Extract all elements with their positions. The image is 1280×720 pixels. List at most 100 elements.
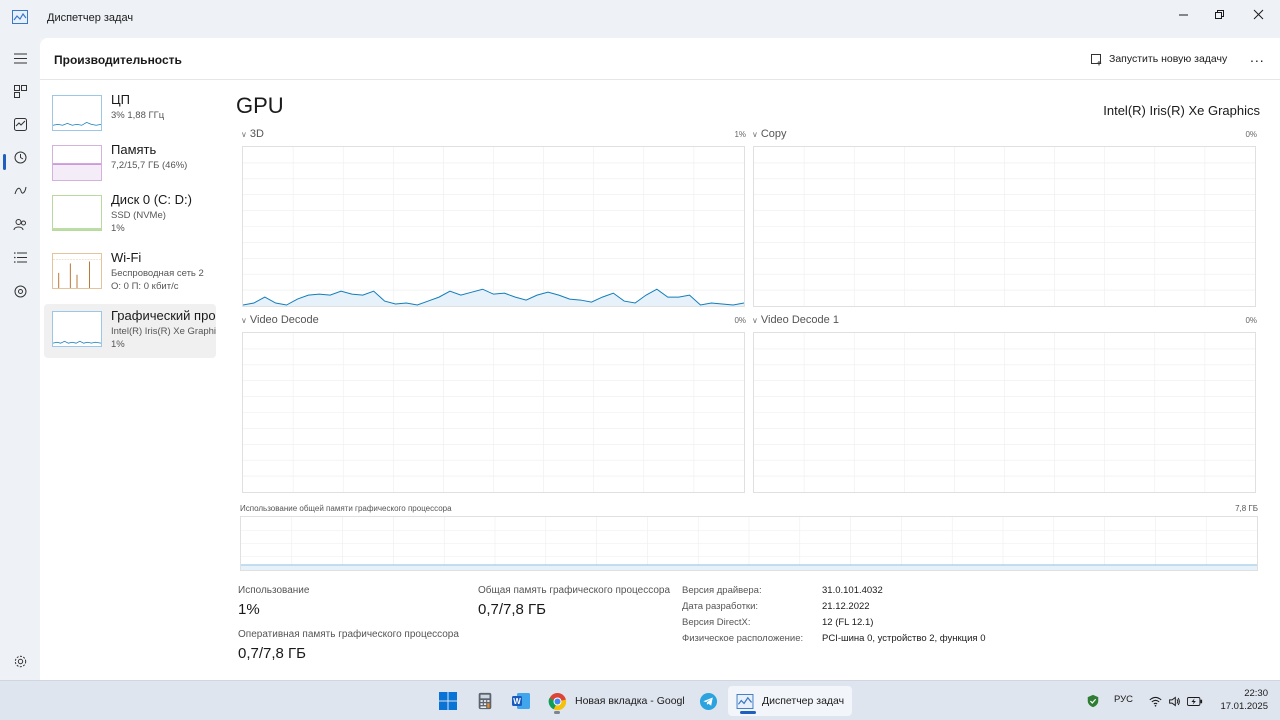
minimize-button[interactable] xyxy=(1165,0,1201,28)
gpu-title: GPU xyxy=(236,93,284,118)
system-clock[interactable]: 22:30 17.01.2025 xyxy=(1220,687,1268,713)
performance-icon[interactable] xyxy=(8,112,32,136)
header-divider xyxy=(40,79,1280,80)
device-name: Графический процессор 0 xyxy=(111,308,216,323)
memory-thumbnail xyxy=(52,145,102,181)
volume-icon[interactable] xyxy=(1163,690,1185,712)
chevron-down-icon: ∨ xyxy=(752,315,758,325)
battery-charging-icon[interactable] xyxy=(1184,690,1206,712)
engine-percent: 0% xyxy=(1245,316,1257,325)
chrome-tab-title: Новая вкладка - Googl xyxy=(575,695,685,707)
new-task-label: Запустить новую задачу xyxy=(1109,53,1228,65)
app-history-icon[interactable] xyxy=(8,145,32,169)
language-indicator[interactable]: РУС xyxy=(1114,694,1133,705)
shared-memory-max: 7,8 ГБ xyxy=(1235,504,1258,513)
info-value: 31.0.101.4032 xyxy=(822,585,883,596)
security-shield-icon[interactable] xyxy=(1082,690,1104,712)
running-indicator xyxy=(554,711,560,714)
device-detail-2: 1% xyxy=(111,339,125,350)
device-item-memory[interactable]: Память 7,2/15,7 ГБ (46%) xyxy=(44,142,216,196)
clock-date: 17.01.2025 xyxy=(1220,701,1268,712)
task-manager-icon xyxy=(12,10,28,24)
engine-percent: 0% xyxy=(1245,130,1257,139)
active-indicator xyxy=(3,154,6,170)
chevron-down-icon: ∨ xyxy=(241,315,247,325)
task-manager-icon xyxy=(736,693,754,709)
main-content: Производительность Запустить новую задач… xyxy=(40,38,1280,680)
chrome-icon xyxy=(548,692,567,710)
info-key: Дата разработки: xyxy=(682,601,759,612)
graph-video-decode xyxy=(242,332,745,493)
engine-selector-video-decode-1[interactable]: ∨ Video Decode 1 xyxy=(752,314,839,326)
shared-memory-stat-value: 0,7/7,8 ГБ xyxy=(478,601,547,618)
new-task-icon xyxy=(1091,53,1102,65)
engine-name: 3D xyxy=(249,128,264,140)
device-name: ЦП xyxy=(111,92,130,107)
startup-apps-icon[interactable] xyxy=(8,178,32,202)
engine-name: Video Decode 1 xyxy=(760,314,839,326)
navigation-rail xyxy=(0,38,40,680)
services-icon[interactable] xyxy=(8,279,32,303)
chevron-down-icon: ∨ xyxy=(241,129,247,139)
clock-time: 22:30 xyxy=(1244,688,1268,699)
device-item-cpu[interactable]: ЦП 3% 1,88 ГГц xyxy=(44,92,216,146)
title-bar: Диспетчер задач xyxy=(0,0,1280,38)
info-value: PCI-шина 0, устройство 2, функция 0 xyxy=(822,633,986,644)
shared-memory-area xyxy=(241,565,1257,570)
page-title: Производительность xyxy=(54,53,182,67)
device-name: Диск 0 (C: D:) xyxy=(111,192,192,207)
taskbar-app-task-manager[interactable]: Диспетчер задач xyxy=(728,686,853,716)
shared-memory-label: Использование общей памяти графического … xyxy=(240,504,452,513)
usage-value: 1% xyxy=(238,601,260,618)
dedicated-memory-label: Оперативная память графического процессо… xyxy=(238,629,459,640)
device-item-gpu[interactable]: Графический процессор 0 Intel(R) Iris(R)… xyxy=(44,304,216,358)
new-task-button[interactable]: Запустить новую задачу xyxy=(1090,50,1227,68)
window-title: Диспетчер задач xyxy=(47,12,134,24)
device-detail: 7,2/15,7 ГБ (46%) xyxy=(111,160,188,171)
device-detail: Беспроводная сеть 2 xyxy=(111,268,204,279)
dedicated-memory-value: 0,7/7,8 ГБ xyxy=(238,645,307,662)
device-detail: Intel(R) Iris(R) Xe Graphics xyxy=(111,326,216,337)
calculator-icon[interactable] xyxy=(474,690,496,712)
details-icon[interactable] xyxy=(8,245,32,269)
device-detail: SSD (NVMe) xyxy=(111,210,166,221)
close-button[interactable] xyxy=(1240,0,1276,28)
engine-selector-copy[interactable]: ∨ Copy xyxy=(752,128,787,140)
device-item-disk[interactable]: Диск 0 (C: D:) SSD (NVMe) 1% xyxy=(44,192,216,246)
chevron-down-icon: ∨ xyxy=(752,129,758,139)
disk-thumbnail xyxy=(52,195,102,231)
info-key: Версия DirectX: xyxy=(682,617,751,628)
restore-button[interactable] xyxy=(1201,0,1237,28)
processes-icon[interactable] xyxy=(8,79,32,103)
task-manager-app-label: Диспетчер задач xyxy=(762,695,845,707)
graph-copy xyxy=(753,146,1256,307)
graph-shared-memory xyxy=(240,516,1258,571)
svg-text:W: W xyxy=(513,697,521,706)
graph-3d xyxy=(242,146,745,307)
device-item-wifi[interactable]: Wi-Fi Беспроводная сеть 2 О: 0 П: 0 кбит… xyxy=(44,250,216,304)
device-name: Память xyxy=(111,142,157,157)
engine-percent: 0% xyxy=(734,316,746,325)
info-value: 12 (FL 12.1) xyxy=(822,617,874,628)
device-detail-2: О: 0 П: 0 кбит/с xyxy=(111,281,179,292)
device-detail: 3% 1,88 ГГц xyxy=(111,110,165,121)
device-detail-2: 1% xyxy=(111,223,125,234)
users-icon[interactable] xyxy=(8,212,32,236)
more-options-button[interactable]: ... xyxy=(1250,50,1265,64)
start-windows-icon[interactable] xyxy=(437,690,459,712)
usage-label: Использование xyxy=(238,585,310,596)
engine-selector-3d[interactable]: ∨ 3D xyxy=(241,128,264,140)
graph-video-decode-1 xyxy=(753,332,1256,493)
info-value: 21.12.2022 xyxy=(822,601,870,612)
settings-gear-icon[interactable] xyxy=(8,649,32,673)
engine-name: Video Decode xyxy=(249,314,319,326)
hamburger-menu-icon[interactable] xyxy=(8,46,32,70)
device-name: Wi-Fi xyxy=(111,250,142,265)
engine-selector-video-decode[interactable]: ∨ Video Decode xyxy=(241,314,319,326)
wifi-thumbnail xyxy=(52,253,102,289)
word-icon[interactable]: W xyxy=(510,690,532,712)
engine-percent: 1% xyxy=(734,130,746,139)
shared-memory-stat-label: Общая память графического процессора xyxy=(478,585,671,596)
telegram-icon[interactable] xyxy=(697,690,719,712)
taskbar-app-chrome[interactable]: Новая вкладка - Googl xyxy=(540,686,693,716)
